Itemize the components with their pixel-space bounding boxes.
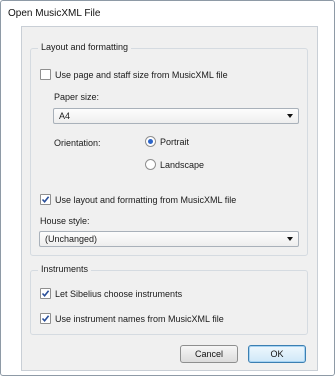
use-layout-row[interactable]: Use layout and formatting from MusicXML …: [40, 194, 236, 205]
radio-selected-dot: [148, 139, 153, 144]
paper-size-dropdown[interactable]: A4: [53, 108, 299, 124]
checkmark-icon: [41, 315, 50, 323]
use-page-size-checkbox[interactable]: [40, 69, 51, 80]
orientation-landscape-option[interactable]: Landscape: [145, 159, 204, 170]
use-names-label: Use instrument names from MusicXML file: [55, 313, 224, 324]
dialog-client-area: Layout and formatting Use page and staff…: [21, 26, 318, 371]
layout-formatting-legend: Layout and formatting: [38, 42, 132, 52]
ok-button[interactable]: OK: [248, 345, 306, 363]
portrait-radio[interactable]: [145, 136, 156, 147]
open-musicxml-dialog: Open MusicXML File Layout and formatting…: [0, 0, 335, 376]
cancel-button[interactable]: Cancel: [180, 345, 238, 363]
use-names-row[interactable]: Use instrument names from MusicXML file: [40, 313, 224, 324]
instruments-group: Instruments Let Sibelius choose instrume…: [30, 264, 308, 335]
house-style-label: House style:: [40, 216, 90, 226]
use-page-size-label: Use page and staff size from MusicXML fi…: [55, 69, 228, 80]
use-page-size-row[interactable]: Use page and staff size from MusicXML fi…: [40, 69, 228, 80]
checkmark-icon: [41, 196, 50, 204]
paper-size-label: Paper size:: [54, 92, 100, 102]
title-bar: Open MusicXML File: [2, 2, 333, 26]
let-sibelius-checkbox[interactable]: [40, 288, 51, 299]
chevron-down-icon: [287, 114, 293, 118]
checkmark-icon: [41, 290, 50, 298]
instruments-legend: Instruments: [38, 264, 92, 274]
use-layout-label: Use layout and formatting from MusicXML …: [55, 194, 237, 205]
orientation-label: Orientation:: [54, 138, 101, 148]
landscape-radio[interactable]: [145, 159, 156, 170]
dialog-title: Open MusicXML File: [8, 8, 101, 19]
orientation-portrait-option[interactable]: Portrait: [145, 136, 189, 147]
house-style-value: (Unchanged): [45, 234, 98, 244]
use-layout-checkbox[interactable]: [40, 194, 51, 205]
use-names-checkbox[interactable]: [40, 313, 51, 324]
let-sibelius-row[interactable]: Let Sibelius choose instruments: [40, 288, 182, 299]
landscape-label: Landscape: [160, 159, 205, 170]
paper-size-value: A4: [59, 111, 71, 121]
portrait-label: Portrait: [160, 136, 190, 147]
chevron-down-icon: [287, 237, 293, 241]
layout-formatting-group: Layout and formatting Use page and staff…: [30, 42, 308, 256]
let-sibelius-label: Let Sibelius choose instruments: [55, 288, 183, 299]
house-style-dropdown[interactable]: (Unchanged): [39, 231, 299, 247]
